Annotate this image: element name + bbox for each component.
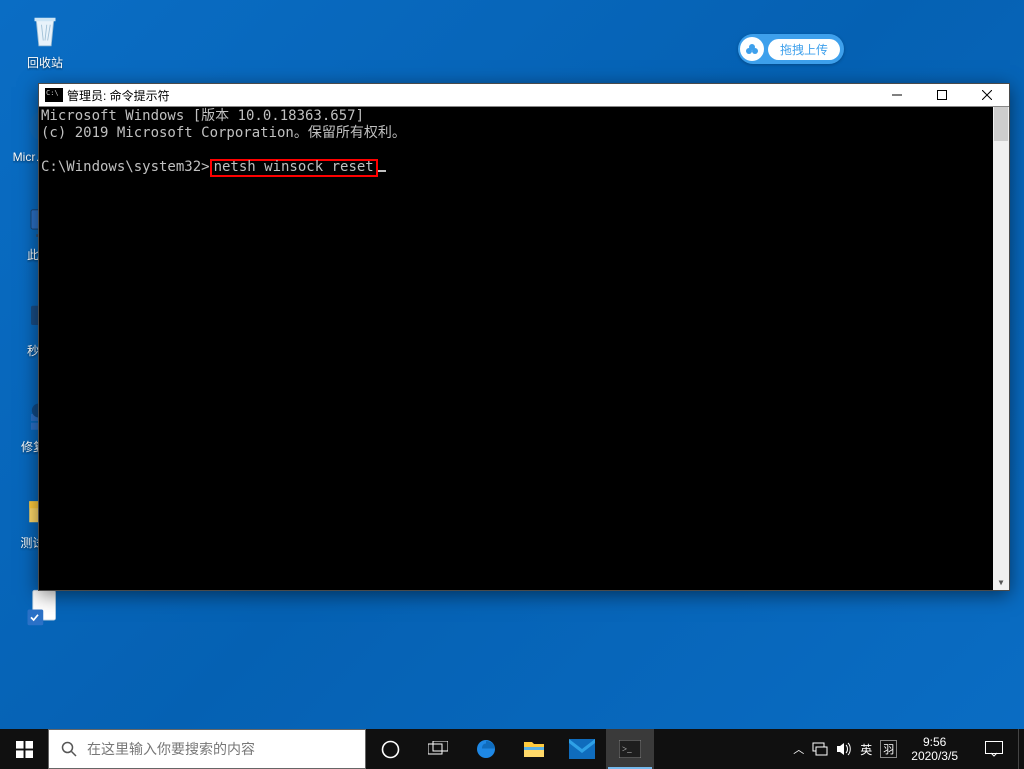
taskbar: 在这里输入你要搜索的内容 >_ ︿ 英 羽 9:56 2020/3/5 (0, 729, 1024, 769)
cloud-icon (740, 37, 764, 61)
clock-date: 2020/3/5 (911, 749, 958, 763)
maximize-button[interactable] (919, 84, 964, 106)
taskbar-app-explorer[interactable] (510, 729, 558, 769)
upload-drag-label: 拖拽上传 (768, 39, 840, 60)
ime-language[interactable]: 英 (860, 741, 872, 758)
close-button[interactable] (964, 84, 1009, 106)
cmd-output-line: Microsoft Windows [版本 10.0.18363.657] (41, 108, 1009, 125)
cortana-button[interactable] (366, 729, 414, 769)
taskbar-app-mail[interactable] (558, 729, 606, 769)
folder-icon (522, 738, 546, 760)
search-icon (61, 741, 77, 757)
cmd-prompt-line: C:\Windows\system32>netsh winsock reset (41, 159, 1009, 177)
cmd-blank-line (41, 142, 1009, 159)
recycle-bin-icon (23, 8, 67, 52)
scroll-down-icon[interactable]: ▼ (993, 574, 1009, 590)
tray-chevron-up-icon[interactable]: ︿ (793, 741, 804, 757)
clock[interactable]: 9:56 2020/3/5 (905, 735, 964, 763)
svg-text:>_: >_ (622, 744, 632, 754)
volume-icon[interactable] (836, 742, 852, 756)
upload-drag-widget[interactable]: 拖拽上传 (738, 34, 844, 64)
titlebar[interactable]: 管理员: 命令提示符 (39, 84, 1009, 107)
show-desktop-button[interactable] (1018, 729, 1024, 769)
window-title: 管理员: 命令提示符 (67, 87, 874, 104)
task-view-button[interactable] (414, 729, 462, 769)
windows-logo-icon (16, 741, 33, 758)
task-view-icon (428, 741, 448, 757)
ime-mode[interactable]: 羽 (880, 740, 897, 758)
cmd-window: 管理员: 命令提示符 Microsoft Windows [版本 10.0.18… (38, 83, 1010, 591)
edge-icon (474, 737, 498, 761)
desktop-icon-recycle-bin[interactable]: 回收站 (8, 8, 82, 71)
network-icon[interactable] (812, 742, 828, 756)
desktop-icon-label: 回收站 (27, 54, 63, 71)
cmd-body[interactable]: Microsoft Windows [版本 10.0.18363.657] (c… (39, 107, 1009, 590)
cmd-entered-command: netsh winsock reset (210, 159, 378, 177)
cmd-app-icon (45, 88, 63, 102)
search-input[interactable]: 在这里输入你要搜索的内容 (48, 729, 366, 769)
start-button[interactable] (0, 729, 48, 769)
taskbar-app-edge[interactable] (462, 729, 510, 769)
mail-icon (569, 739, 595, 759)
scroll-thumb[interactable] (994, 107, 1008, 141)
taskbar-spacer (654, 729, 783, 769)
cmd-prompt: C:\Windows\system32> (41, 159, 210, 175)
cmd-icon: >_ (619, 740, 641, 758)
system-tray: ︿ 英 羽 9:56 2020/3/5 (783, 729, 1018, 769)
action-center-button[interactable] (972, 729, 1016, 769)
cortana-icon (381, 740, 400, 759)
cmd-output-line: (c) 2019 Microsoft Corporation。保留所有权利。 (41, 125, 1009, 142)
taskbar-app-cmd[interactable]: >_ (606, 729, 654, 769)
minimize-button[interactable] (874, 84, 919, 106)
search-placeholder: 在这里输入你要搜索的内容 (87, 739, 255, 759)
cmd-cursor (378, 170, 386, 172)
notification-icon (985, 741, 1003, 757)
scrollbar[interactable]: ▲ ▼ (993, 107, 1009, 590)
clock-time: 9:56 (911, 735, 958, 749)
